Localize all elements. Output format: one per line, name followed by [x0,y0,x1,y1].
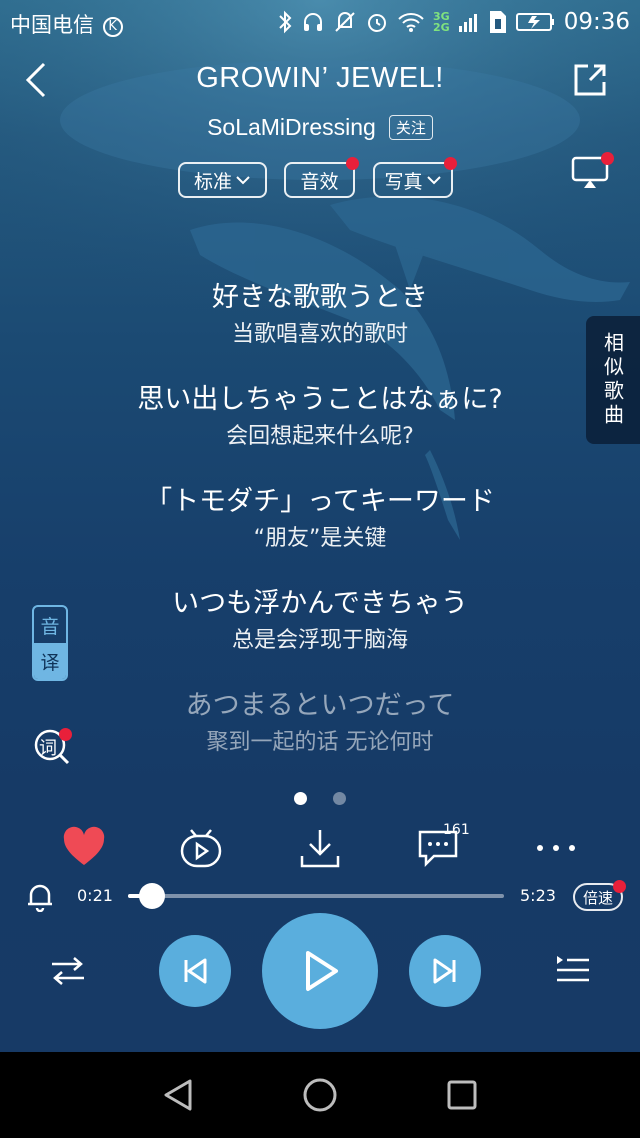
cast-button[interactable] [570,152,614,192]
status-right: 3G 2G 09:36 [277,9,630,35]
lyric-original: 思い出しちゃうことはなぁに? [137,384,503,415]
lyrics-search-label: 词 [39,738,57,759]
sound-effect-button[interactable]: 音效 [284,157,359,198]
photo-badge [444,157,457,170]
sound-effect-label: 音效 [300,170,339,193]
mute-icon [335,12,355,32]
similar-songs-label: 相似歌曲 [600,332,625,428]
signal-icon [458,14,477,32]
wifi-icon [398,13,424,32]
clock-time: 09:36 [563,9,630,35]
current-time: 0:21 [77,886,113,905]
share-button[interactable] [570,60,610,100]
previous-button[interactable] [159,935,231,1007]
bell-icon[interactable] [24,880,56,912]
page-dot-active [294,792,307,805]
status-left: 中国电信 K [10,9,123,39]
similar-songs-tab[interactable]: 相似歌曲 [586,316,640,444]
headphones-icon [304,13,323,31]
lyric-line: 好きな歌歌うとき 当歌唱喜欢的歌时 [0,278,640,352]
lyric-original: あつまるといつだって [185,690,455,721]
playlist-icon[interactable] [555,952,591,988]
network-2g-label: 2G [433,21,450,34]
artist-name[interactable]: SoLaMiDressing [207,114,376,140]
lyric-translation: 会回想起来什么呢? [226,424,414,449]
speed-badge [613,880,626,893]
shuffle-icon[interactable] [50,954,86,988]
more-icon[interactable] [534,826,578,870]
cast-badge [601,152,614,165]
lyric-line: あつまるといつだって 聚到一起的话 无论何时 [0,686,640,760]
speed-button[interactable]: 倍速 [573,880,626,911]
download-icon[interactable] [298,826,342,870]
lyric-line: 「トモダチ」ってキーワード “朋友”是关键 [0,482,640,556]
previous-icon [184,958,207,984]
battery-icon [515,13,554,31]
lyrics-search-badge [59,728,72,741]
sound-effect-badge [346,157,359,170]
next-icon [433,958,456,984]
nav-recents-icon[interactable] [446,1079,478,1111]
speed-label: 倍速 [582,888,613,907]
lyric-translation: “朋友”是关键 [253,526,387,551]
lyric-line: いつも浮かんできちゃう 总是会浮现于脑海 [0,584,640,658]
lyric-original: いつも浮かんできちゃう [172,588,468,619]
page-dot [333,792,346,805]
photo-label: 写真 [384,170,423,193]
lyric-translation: 当歌唱喜欢的歌时 [231,322,408,347]
lyric-line: 思い出しちゃうことはなぁに? 会回想起来什么呢? [0,380,640,454]
total-time: 5:23 [520,886,556,905]
lyrics-panel[interactable]: 好きな歌歌うとき 当歌唱喜欢的歌时 思い出しちゃうことはなぁに? 会回想起来什么… [0,278,640,788]
carrier-label: 中国电信 [10,13,94,37]
back-button[interactable] [20,60,54,100]
lyrics-search-button[interactable]: 词 [33,728,72,766]
next-button[interactable] [409,935,481,1007]
pronunciation-translation-toggle[interactable]: 音 译 [32,605,68,681]
translation-label: 译 [34,643,66,679]
artist-row: SoLaMiDressing 关注 [0,114,640,141]
quality-label: 标准 [193,170,232,193]
lyric-original: 好きな歌歌うとき [212,282,428,313]
page-indicator [294,792,346,805]
sim-icon [489,11,506,33]
chevron-down-icon [236,176,250,185]
nav-back-icon[interactable] [162,1078,194,1112]
chevron-down-icon [426,176,441,185]
network-type: 3G 2G [433,11,450,33]
mv-icon[interactable] [179,826,223,870]
play-button[interactable] [262,913,378,1029]
play-icon [306,951,338,991]
nav-home-icon[interactable] [302,1077,338,1113]
progress-slider[interactable] [128,883,504,909]
alarm-icon [368,14,387,32]
pronunciation-label: 音 [40,615,60,638]
comment-count: 161 [443,822,470,838]
follow-button[interactable]: 关注 [388,115,433,140]
lyric-original: 「トモダチ」ってキーワード [145,486,495,517]
system-nav-bar [0,1052,640,1138]
heart-icon[interactable] [62,826,106,870]
song-title: GROWIN’ JEWEL! [196,62,444,94]
photo-dropdown[interactable]: 写真 [373,157,457,198]
lyric-translation: 聚到一起的话 无论何时 [206,730,434,755]
lyric-translation: 总是会浮现于脑海 [231,628,408,653]
quality-dropdown[interactable]: 标准 [178,162,267,198]
status-bar: 中国电信 K 3G 2G 09:36 [0,0,640,46]
bluetooth-icon [279,10,292,34]
k-circle-icon: K [102,17,123,37]
